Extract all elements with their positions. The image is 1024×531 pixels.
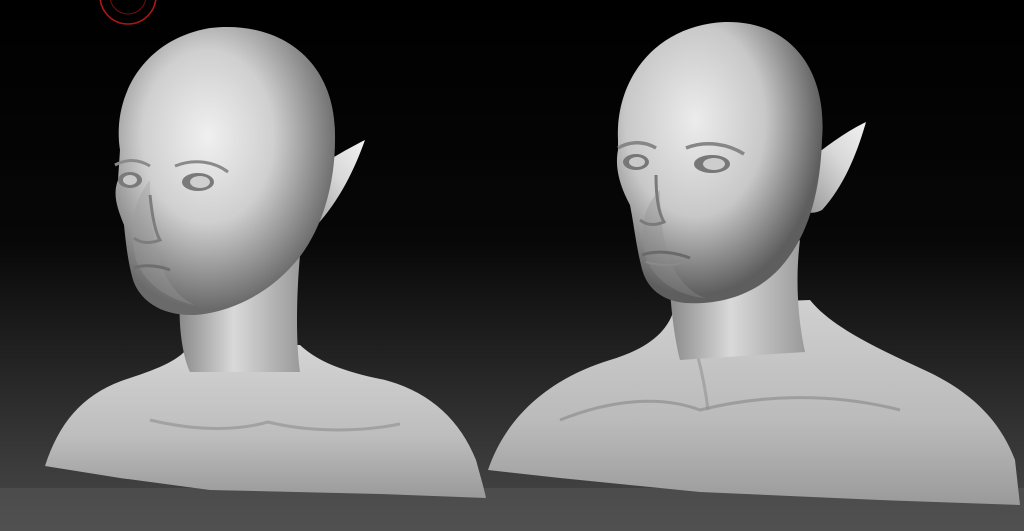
sculpt-viewport[interactable] (0, 0, 1024, 531)
render-canvas[interactable] (0, 0, 1024, 531)
